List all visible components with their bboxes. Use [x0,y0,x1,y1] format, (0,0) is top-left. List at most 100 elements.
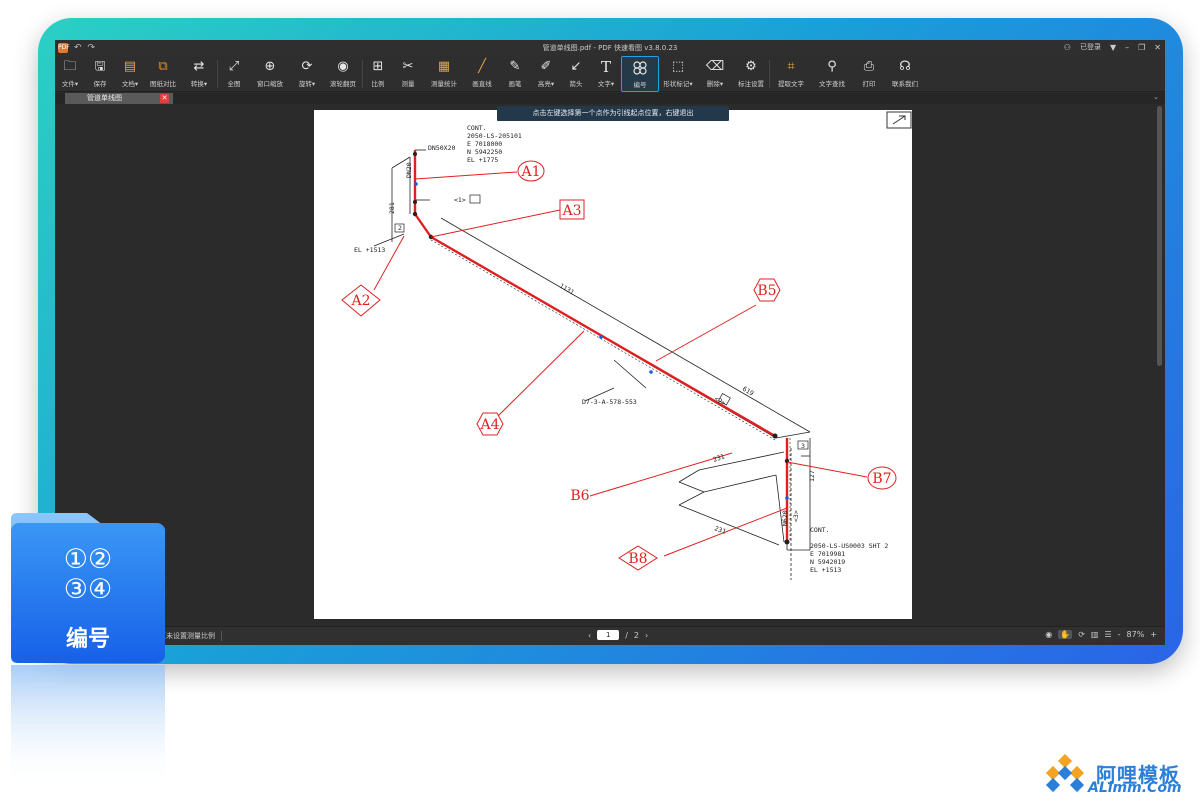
rotate-menu-button[interactable]: ⟳ 旋转▾ [290,56,324,92]
shape-mark-icon: ⬚ [671,59,685,74]
watermark-subtext: ALimm.Com [1088,780,1182,796]
continuous-page-icon[interactable]: ☰ [1104,630,1111,639]
app-window: PDF ↶ ↷ 管道单线图.pdf - PDF 快速看图 v3.8.0.23 ⚇… [55,40,1165,645]
restore-icon[interactable]: ❐ [1138,43,1145,52]
menu-down-icon[interactable]: ▼ [1110,43,1116,52]
delete-menu-button[interactable]: ⌫ 删除▾ [697,56,733,92]
arrow-button[interactable]: ↙ 箭头 [561,56,591,92]
balloon-a4: A4 [479,417,499,433]
pen-button[interactable]: ✎ 画笔 [499,56,531,92]
line-icon: ╱ [478,59,486,74]
contact-button[interactable]: ☊ 联系我们 [886,56,924,92]
scale-status[interactable]: 页未设置测量比例 [159,631,222,641]
isometric-drawing: A1 A2 A3 A4 B5 B6 B7 B8 CONT. 2050-LS-20… [341,111,912,580]
scale-button[interactable]: ⊞ 比例 [363,56,393,92]
status-bar: 页未设置测量比例 ‹ 1 / 2 › ◉ ✋ ⟳ ▥ ☰ - 87% + [55,626,1165,645]
tool-label: 保存 [93,80,107,88]
zoom-in-button[interactable]: + [1150,630,1157,639]
save-button[interactable]: 🖫 保存 [85,56,115,92]
annotation-settings-button[interactable]: ⚙ 标注设置 [733,56,769,92]
document-menu-button[interactable]: ▤ 文档▾ [115,56,145,92]
prev-page-icon[interactable]: ‹ [588,631,591,640]
title-bar: PDF ↶ ↷ 管道单线图.pdf - PDF 快速看图 v3.8.0.23 ⚇… [55,40,1165,56]
minimize-icon[interactable]: – [1125,43,1129,52]
extract-text-button[interactable]: ⌗ 提取文字 [770,56,812,92]
close-icon[interactable]: ✕ [1154,43,1161,52]
zoom-level[interactable]: 87% [1127,630,1145,639]
chevron-down-icon[interactable]: ⌄ [1153,93,1159,101]
eye-icon[interactable]: ◉ [1045,630,1052,639]
numbering-button[interactable]: 编号 [621,56,659,92]
redo-icon[interactable]: ↷ [88,43,96,53]
measure-button[interactable]: ✂ 测量 [393,56,423,92]
dim-label: DN20 [405,162,413,178]
print-icon: ⎙ [863,59,875,74]
cont-bottom-line: CONT. [810,526,830,534]
tool-label: 形状标记▾ [663,80,693,88]
expand-corner-icon[interactable] [886,111,912,129]
pdf-page[interactable]: A1 A2 A3 A4 B5 B6 B7 B8 CONT. 2050-LS-20… [314,110,912,619]
tab-label: 管道单线图 [87,94,122,102]
file-menu-button[interactable]: 🗀 文件▾ [55,56,85,92]
tool-label: 转换▾ [190,80,208,88]
pipe-highlight [413,150,789,542]
tool-label: 删除▾ [706,80,724,88]
dim-label: <3> [792,510,800,522]
app-logo-icon: PDF [58,43,70,53]
window-zoom-icon: ⊕ [264,59,276,74]
rotate-view-icon[interactable]: ⟳ [1078,630,1085,639]
next-page-icon[interactable]: › [645,631,648,640]
document-icon: ▤ [123,59,137,74]
main-toolbar: 🗀 文件▾ 🖫 保存 ▤ 文档▾ ⧉ 图纸对比 ⇄ 转换▾ ⤢ 全图 ⊕ 窗口缩… [55,56,1165,92]
cont-bottom-line: E 7019981 [810,550,845,558]
tool-label: 全图 [227,80,241,88]
total-pages: 2 [633,630,639,640]
highlight-menu-button[interactable]: ✐ 高亮▾ [531,56,561,92]
dim-label: 281 [388,202,396,214]
undo-icon[interactable]: ↶ [74,43,82,53]
balloon-shapes[interactable] [341,160,897,571]
fit-all-icon: ⤢ [228,59,240,74]
login-status[interactable]: 已登录 [1080,42,1101,52]
dim-label: 2 [398,224,402,232]
cont-bottom-line: 2050-LS-US0003 SHT 2 [810,542,888,550]
watermark-logo-icon [1045,754,1085,793]
measure-stats-button[interactable]: ▦ 测量统计 [423,56,465,92]
cont-top-line: 2050-LS-205101 [467,132,522,140]
shape-mark-menu-button[interactable]: ⬚ 形状标记▾ [659,56,697,92]
line-tag: D7-3-A-578-553 [582,398,637,406]
user-icon[interactable]: ⚇ [1064,43,1071,52]
page-separator: / [625,630,628,640]
zoom-out-button[interactable]: - [1118,630,1121,639]
pan-mode-icon[interactable]: ✋ [1058,630,1073,639]
vertical-scrollbar[interactable] [1157,106,1162,366]
draw-line-button[interactable]: ╱ 画直线 [465,56,499,92]
tab-close-icon[interactable]: ✕ [160,94,169,103]
arrow-icon: ↙ [570,59,582,74]
document-viewport[interactable]: A1 A2 A3 A4 B5 B6 B7 B8 CONT. 2050-LS-20… [55,104,1165,626]
tool-label: 联系我们 [892,80,918,88]
scroll-page-button[interactable]: ◉ 滚轮翻页 [324,56,362,92]
find-text-button[interactable]: ⚲ 文字查找 [812,56,852,92]
numbering-icon [632,60,648,76]
fit-all-button[interactable]: ⤢ 全图 [218,56,250,92]
text-menu-button[interactable]: T 文字▾ [591,56,621,92]
window-title: 管道单线图.pdf - PDF 快速看图 v3.8.0.23 [542,44,678,52]
compare-icon: ⧉ [158,59,168,74]
tool-label: 文字查找 [819,80,845,88]
feature-badge: ①② ③④ 编号 [11,513,165,663]
stage: PDF ↶ ↷ 管道单线图.pdf - PDF 快速看图 v3.8.0.23 ⚇… [0,0,1200,802]
window-zoom-button[interactable]: ⊕ 窗口缩放 [250,56,290,92]
tool-label: 测量统计 [431,80,457,88]
single-page-icon[interactable]: ▥ [1091,630,1099,639]
scale-icon: ⊞ [372,59,384,74]
dim-label: 127 [808,470,816,482]
balloon-b5: B5 [757,283,776,299]
tab-document[interactable]: 管道单线图 ✕ [65,93,173,104]
leader-lines [373,171,868,557]
convert-menu-button[interactable]: ⇄ 转换▾ [181,56,217,92]
print-button[interactable]: ⎙ 打印 [852,56,886,92]
cont-top-line: EL +1775 [467,156,498,164]
compare-button[interactable]: ⧉ 图纸对比 [145,56,181,92]
current-page-input[interactable]: 1 [597,630,620,640]
